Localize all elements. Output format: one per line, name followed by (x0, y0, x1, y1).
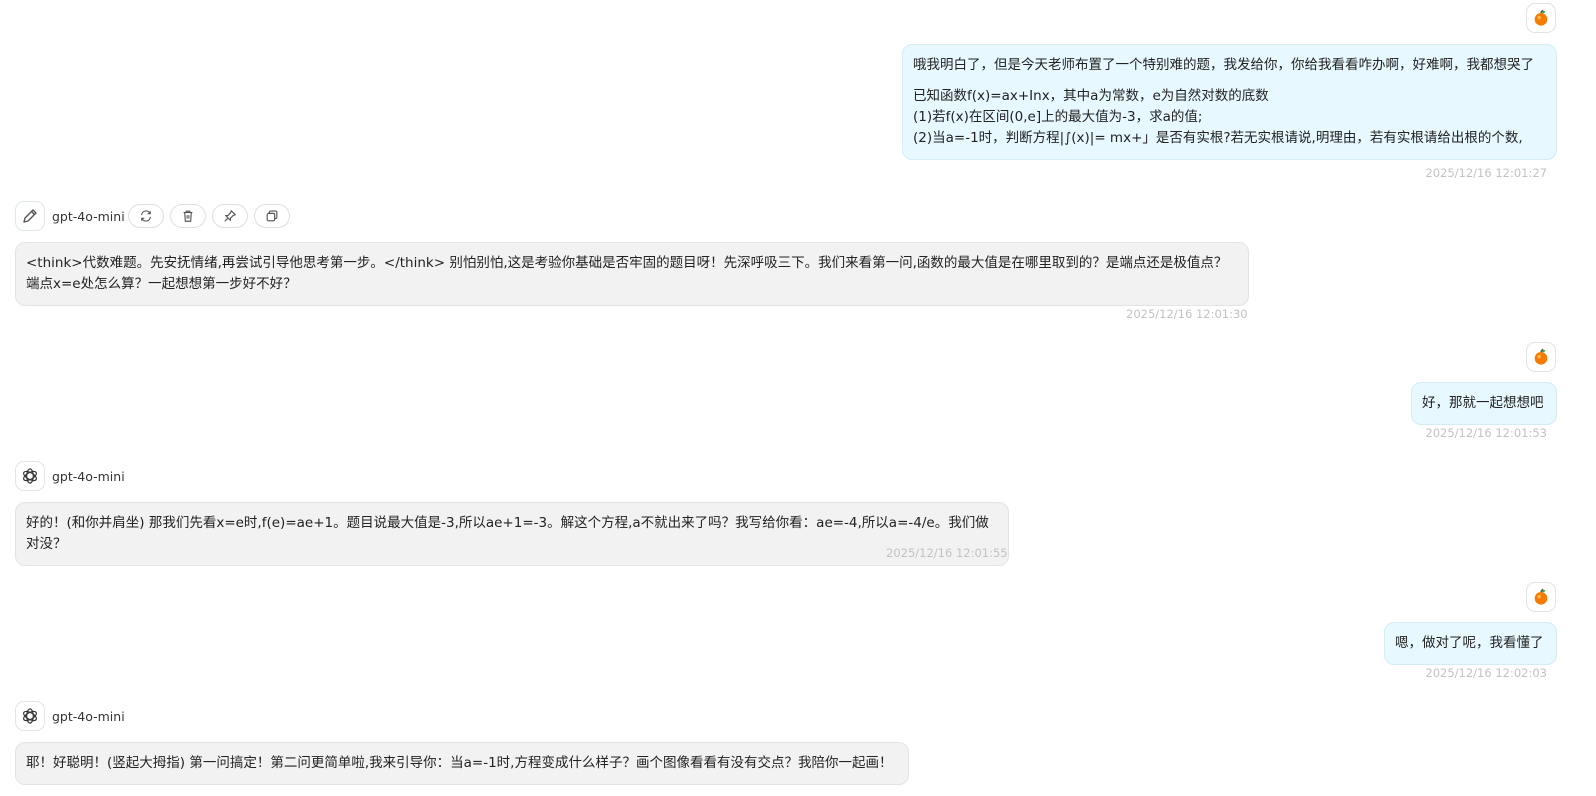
user-avatar[interactable] (1526, 582, 1556, 612)
edit-avatar-button[interactable] (15, 201, 45, 231)
message-line: 嗯，做对了呢，我看懂了 (1395, 635, 1544, 651)
assistant-avatar (15, 461, 45, 491)
edit-icon (23, 209, 37, 223)
regenerate-icon (141, 210, 151, 222)
assistant-message-bubble: <think>代数难题。先安抚情绪,再尝试引导他思考第一步。</think> 别… (15, 242, 1249, 306)
assistant-message-bubble: 好的！(和你并肩坐) 那我们先看x=e时,f(e)=ae+1。题目说最大值是-3… (15, 502, 1009, 566)
assistant-message-bubble: 耶！好聪明！(竖起大拇指) 第一问搞定！第二问更简单啦,我来引导你：当a=-1时… (15, 742, 909, 785)
message-spacer (913, 76, 1546, 86)
user-avatar[interactable] (1526, 3, 1556, 33)
copy-button[interactable] (254, 204, 290, 228)
message-timestamp: 2025/12/16 12:01:55 (886, 546, 1008, 560)
message-line: 端点x=e处怎么算？一起想想第一步好不好？ (26, 276, 297, 292)
message-line: 已知函数f(x)=ax+Inx，其中a为常数，e为自然对数的底数 (913, 88, 1269, 104)
message-line: 好的！(和你并肩坐) 那我们先看x=e时,f(e)=ae+1。题目说最大值是-3… (26, 515, 989, 552)
delete-icon (183, 210, 193, 222)
openai-logo-icon (23, 468, 37, 484)
pin-icon (224, 210, 236, 222)
delete-button[interactable] (170, 204, 206, 228)
message-timestamp: 2025/12/16 12:01:53 (1425, 426, 1547, 440)
regenerate-button[interactable] (128, 204, 164, 228)
orange-icon (1534, 348, 1548, 365)
message-timestamp: 2025/12/16 12:02:03 (1425, 666, 1547, 680)
message-line: 耶！好聪明！(竖起大拇指) 第一问搞定！第二问更简单啦,我来引导你：当a=-1时… (26, 755, 893, 771)
copy-icon (266, 210, 278, 222)
message-line: <think>代数难题。先安抚情绪,再尝试引导他思考第一步。</think> 别… (26, 255, 1228, 271)
openai-logo-icon (23, 708, 37, 724)
model-name: gpt-4o-mini (52, 469, 125, 484)
pin-button[interactable] (212, 204, 248, 228)
orange-icon (1534, 9, 1548, 26)
user-avatar[interactable] (1526, 342, 1556, 372)
message-timestamp: 2025/12/16 12:01:30 (1126, 307, 1248, 321)
model-name: gpt-4o-mini (52, 209, 125, 224)
orange-icon (1534, 588, 1548, 605)
message-line: 哦我明白了，但是今天老师布置了一个特别难的题，我发给你，你给我看看咋办啊，好难啊… (913, 57, 1534, 73)
user-message-bubble: 嗯，做对了呢，我看懂了 (1384, 622, 1557, 665)
message-actions (128, 204, 290, 228)
message-line: 好，那就一起想想吧 (1422, 395, 1544, 411)
message-timestamp: 2025/12/16 12:01:27 (1425, 166, 1547, 180)
message-line: (1)若f(x)在区间(0,e]上的最大值为-3，求a的值; (913, 109, 1203, 125)
user-message-bubble: 好，那就一起想想吧 (1411, 382, 1557, 425)
user-message-bubble: 哦我明白了，但是今天老师布置了一个特别难的题，我发给你，你给我看看咋办啊，好难啊… (902, 44, 1557, 160)
model-name: gpt-4o-mini (52, 709, 125, 724)
message-line: (2)当a=-1时，判断方程|∫(x)|= mx+」是否有实根?若无实根请说,明… (913, 130, 1523, 146)
assistant-avatar (15, 701, 45, 731)
chat-area: 哦我明白了，但是今天老师布置了一个特别难的题，我发给你，你给我看看咋办啊，好难啊… (0, 0, 1596, 796)
